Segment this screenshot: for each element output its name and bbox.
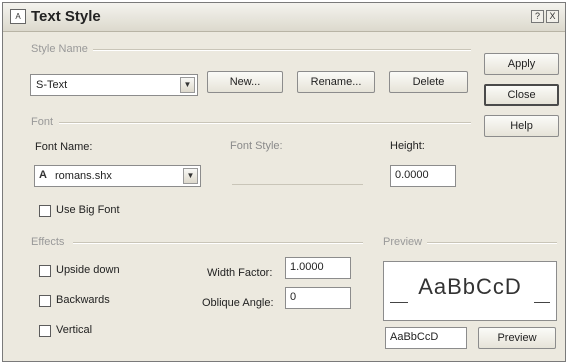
- new-style-button[interactable]: New...: [207, 71, 283, 93]
- apply-button[interactable]: Apply: [484, 53, 559, 75]
- font-divider: [59, 122, 471, 124]
- vertical-checkbox[interactable]: [39, 325, 51, 337]
- upside-down-label: Upside down: [56, 264, 120, 276]
- close-title-button[interactable]: X: [546, 10, 559, 23]
- effects-divider: [73, 242, 363, 244]
- height-label: Height:: [390, 140, 425, 152]
- style-name-divider: [93, 49, 471, 51]
- use-big-font-checkbox[interactable]: [39, 205, 51, 217]
- backwards-label: Backwards: [56, 294, 110, 306]
- help-button[interactable]: Help: [484, 115, 559, 137]
- chevron-down-icon[interactable]: ▼: [180, 77, 195, 93]
- close-button[interactable]: Close: [484, 84, 559, 106]
- upside-down-checkbox[interactable]: [39, 265, 51, 277]
- width-factor-input[interactable]: 1.0000: [285, 257, 351, 279]
- preview-group-label: Preview: [383, 236, 423, 248]
- preview-button[interactable]: Preview: [478, 327, 556, 349]
- title-bar: A Text Style ? X: [3, 3, 565, 32]
- use-big-font-label: Use Big Font: [56, 204, 120, 216]
- oblique-angle-input[interactable]: 0: [285, 287, 351, 309]
- style-name-value: S-Text: [36, 79, 68, 91]
- vertical-label: Vertical: [56, 324, 93, 336]
- font-name-label: Font Name:: [35, 141, 93, 153]
- preview-area: AaBbCcD: [383, 261, 557, 321]
- height-input[interactable]: 0.0000: [390, 165, 456, 187]
- style-name-group-label: Style Name: [31, 43, 88, 55]
- preview-divider: [427, 242, 557, 244]
- width-factor-label: Width Factor:: [207, 267, 273, 279]
- preview-right-rule: [534, 302, 550, 303]
- oblique-angle-label: Oblique Angle:: [202, 297, 274, 309]
- font-style-field: [232, 171, 363, 185]
- preview-left-rule: [390, 302, 408, 303]
- shx-font-icon: А: [39, 169, 47, 181]
- dialog-title: Text Style: [31, 8, 101, 25]
- backwards-checkbox[interactable]: [39, 295, 51, 307]
- help-title-button[interactable]: ?: [531, 10, 544, 23]
- text-style-dialog: A Text Style ? X Style Name S-Text ▼ New…: [2, 2, 566, 362]
- font-name-value: romans.shx: [55, 170, 112, 182]
- text-style-icon: A: [10, 9, 26, 24]
- style-name-dropdown[interactable]: S-Text ▼: [30, 74, 198, 96]
- font-style-label: Font Style:: [230, 140, 283, 152]
- effects-group-label: Effects: [31, 236, 65, 248]
- rename-style-button[interactable]: Rename...: [297, 71, 375, 93]
- font-group-label: Font: [31, 116, 54, 128]
- preview-sample-text: AaBbCcD: [418, 274, 522, 299]
- chevron-down-icon[interactable]: ▼: [183, 168, 198, 184]
- preview-text-input[interactable]: AaBbCcD: [385, 327, 467, 349]
- font-name-dropdown[interactable]: А romans.shx ▼: [34, 165, 201, 187]
- delete-style-button[interactable]: Delete: [389, 71, 468, 93]
